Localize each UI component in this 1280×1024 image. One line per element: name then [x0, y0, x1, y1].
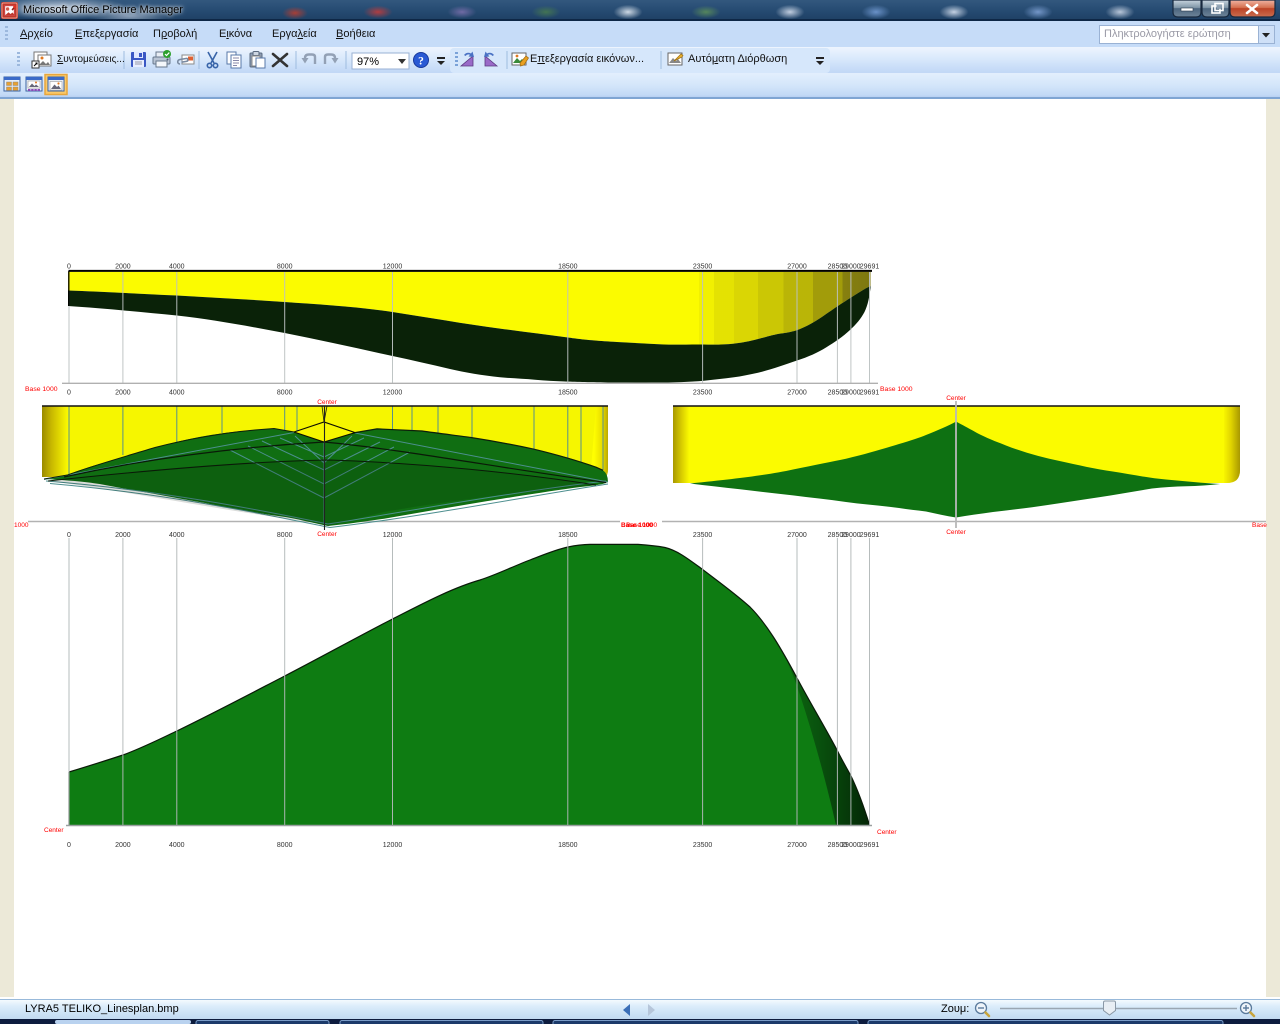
svg-text:23500: 23500 — [693, 263, 713, 270]
svg-text:0: 0 — [67, 389, 71, 396]
svg-text:8000: 8000 — [277, 389, 293, 396]
svg-text:29691: 29691 — [860, 842, 880, 849]
svg-text:27000: 27000 — [787, 532, 807, 539]
svg-text:29000: 29000 — [841, 532, 861, 539]
svg-text:Center: Center — [317, 399, 337, 406]
svg-text:Base 1000: Base 1000 — [626, 522, 657, 529]
svg-text:23500: 23500 — [693, 842, 713, 849]
svg-text:29000: 29000 — [841, 263, 861, 270]
svg-text:Center: Center — [44, 827, 64, 834]
svg-text:23500: 23500 — [693, 389, 713, 396]
svg-text:4000: 4000 — [169, 389, 185, 396]
svg-text:2000: 2000 — [115, 842, 131, 849]
svg-text:0: 0 — [67, 532, 71, 539]
svg-text:29691: 29691 — [860, 263, 880, 270]
svg-text:2000: 2000 — [115, 532, 131, 539]
svg-text:4000: 4000 — [169, 263, 185, 270]
svg-text:12000: 12000 — [383, 532, 403, 539]
svg-text:29000: 29000 — [841, 842, 861, 849]
svg-text:12000: 12000 — [383, 842, 403, 849]
svg-text:Center: Center — [946, 529, 966, 536]
svg-text:27000: 27000 — [787, 263, 807, 270]
svg-text:8000: 8000 — [277, 842, 293, 849]
svg-text:Base 1000: Base 1000 — [880, 386, 913, 393]
svg-text:0: 0 — [67, 842, 71, 849]
svg-text:29691: 29691 — [860, 389, 880, 396]
svg-text:?: ? — [418, 56, 424, 68]
svg-text:27000: 27000 — [787, 389, 807, 396]
svg-text:Center: Center — [877, 829, 897, 836]
svg-text:4000: 4000 — [169, 842, 185, 849]
svg-text:Base 1000: Base 1000 — [25, 386, 58, 393]
svg-text:18500: 18500 — [558, 389, 578, 396]
svg-text:18500: 18500 — [558, 263, 578, 270]
svg-text:23500: 23500 — [693, 532, 713, 539]
svg-text:27000: 27000 — [787, 842, 807, 849]
svg-text:4000: 4000 — [169, 532, 185, 539]
svg-text:97%: 97% — [357, 56, 379, 68]
svg-text:Center: Center — [946, 395, 966, 402]
svg-text:12000: 12000 — [383, 389, 403, 396]
svg-text:29691: 29691 — [860, 532, 880, 539]
svg-text:29000: 29000 — [841, 389, 861, 396]
svg-text:Base: Base — [1252, 522, 1267, 529]
svg-text:8000: 8000 — [277, 263, 293, 270]
svg-text:0: 0 — [67, 263, 71, 270]
svg-text:18500: 18500 — [558, 532, 578, 539]
svg-text:12000: 12000 — [383, 263, 403, 270]
svg-text:1000: 1000 — [14, 522, 29, 529]
svg-text:8000: 8000 — [277, 532, 293, 539]
svg-text:2000: 2000 — [115, 389, 131, 396]
svg-text:Center: Center — [317, 531, 337, 538]
svg-text:18500: 18500 — [558, 842, 578, 849]
svg-text:2000: 2000 — [115, 263, 131, 270]
